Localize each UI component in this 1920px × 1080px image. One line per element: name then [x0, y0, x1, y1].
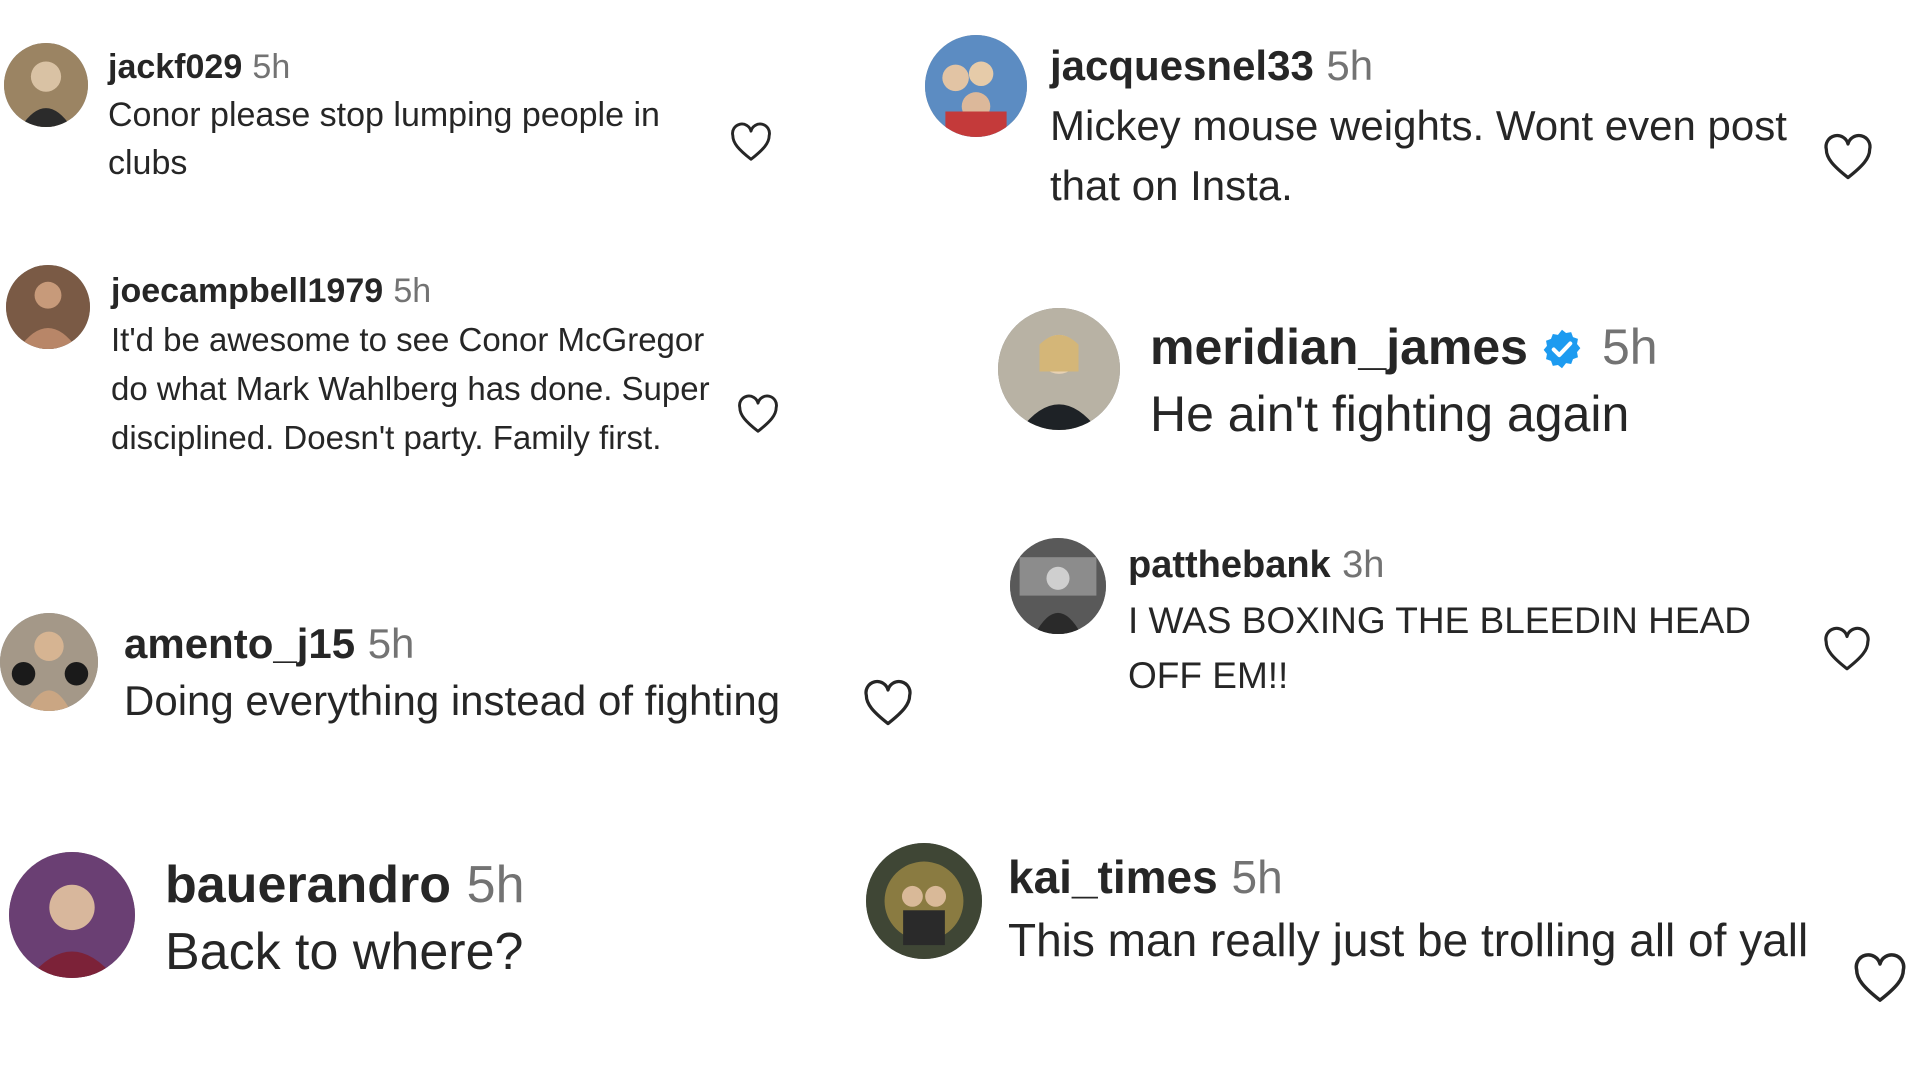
- verified-badge-icon: [1540, 325, 1584, 369]
- avatar[interactable]: [6, 265, 90, 349]
- avatar[interactable]: [4, 43, 88, 127]
- comment-text: Doing everything instead of fighting: [124, 677, 781, 724]
- comment-text: Mickey mouse weights. Wont even post tha…: [1050, 102, 1787, 209]
- like-heart-icon[interactable]: [1852, 952, 1908, 1004]
- avatar[interactable]: [0, 613, 98, 711]
- comment-text: He ain't fighting again: [1150, 386, 1630, 442]
- timestamp[interactable]: 5h: [1602, 318, 1658, 376]
- avatar[interactable]: [998, 308, 1120, 430]
- comment-text: Back to where?: [165, 923, 524, 981]
- username[interactable]: joecampbell1979: [111, 272, 383, 311]
- avatar-photo: [925, 35, 1027, 137]
- username[interactable]: jackf029: [108, 48, 242, 87]
- username[interactable]: bauerandro: [165, 855, 451, 915]
- avatar[interactable]: [9, 852, 135, 978]
- avatar-photo: [6, 265, 90, 349]
- like-heart-icon[interactable]: [862, 679, 914, 727]
- avatar-photo: [9, 852, 135, 978]
- avatar-photo: [0, 613, 98, 711]
- avatar-photo: [4, 43, 88, 127]
- like-heart-icon[interactable]: [736, 394, 780, 434]
- comment-text: It'd be awesome to see Conor McGregor do…: [111, 321, 710, 456]
- timestamp[interactable]: 3h: [1342, 544, 1384, 587]
- username[interactable]: jacquesnel33: [1050, 42, 1314, 90]
- username[interactable]: patthebank: [1128, 544, 1331, 587]
- avatar-photo: [998, 308, 1120, 430]
- avatar[interactable]: [866, 843, 982, 959]
- avatar[interactable]: [925, 35, 1027, 137]
- avatar-photo: [866, 843, 982, 959]
- comment-text: I WAS BOXING THE BLEEDIN HEAD OFF EM!!: [1128, 600, 1751, 696]
- avatar-photo: [1010, 538, 1106, 634]
- username[interactable]: meridian_james: [1150, 318, 1528, 376]
- username[interactable]: kai_times: [1008, 850, 1218, 904]
- timestamp[interactable]: 5h: [393, 272, 431, 311]
- comment-text: This man really just be trolling all of …: [1008, 914, 1809, 966]
- username[interactable]: amento_j15: [124, 620, 355, 668]
- like-heart-icon[interactable]: [1822, 626, 1872, 672]
- like-heart-icon[interactable]: [1822, 133, 1874, 181]
- timestamp[interactable]: 5h: [467, 855, 525, 915]
- timestamp[interactable]: 5h: [252, 48, 290, 87]
- avatar[interactable]: [1010, 538, 1106, 634]
- timestamp[interactable]: 5h: [368, 620, 415, 668]
- timestamp[interactable]: 5h: [1326, 42, 1373, 90]
- timestamp[interactable]: 5h: [1232, 850, 1283, 904]
- comment-text: Conor please stop lumping people in club…: [108, 96, 660, 182]
- like-heart-icon[interactable]: [729, 122, 773, 162]
